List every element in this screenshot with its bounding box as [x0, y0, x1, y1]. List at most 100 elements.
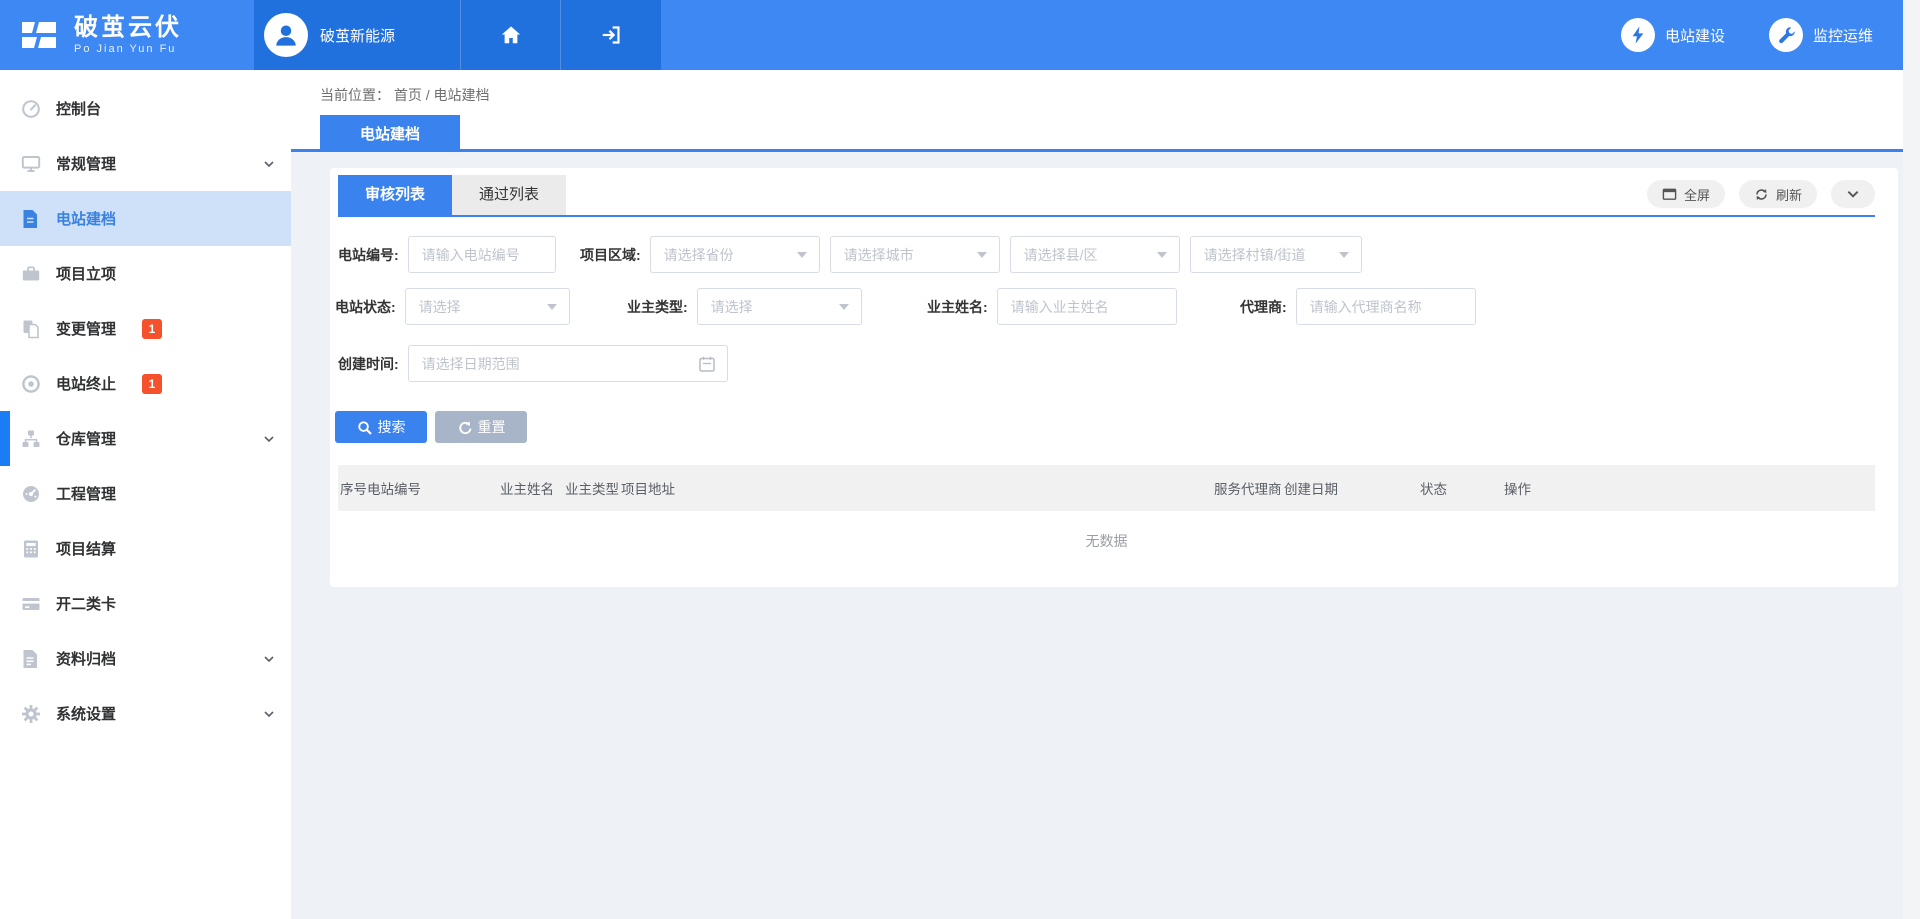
- wrench-icon: [1769, 18, 1803, 52]
- sidebar-item-label: 工程管理: [56, 483, 116, 504]
- fullscreen-icon: [1662, 187, 1677, 202]
- reset-icon: [457, 420, 472, 435]
- sidebar-item-change-management[interactable]: 变更管理 1: [0, 301, 291, 356]
- briefcase-icon: [21, 264, 43, 284]
- archive-icon: [21, 649, 43, 669]
- search-label: 搜索: [378, 417, 406, 437]
- caret-down-icon: [977, 252, 987, 263]
- province-select[interactable]: 请选择省份: [650, 236, 820, 273]
- caret-down-icon: [839, 304, 849, 315]
- caret-down-icon: [797, 252, 807, 263]
- user-info[interactable]: 破茧新能源: [254, 0, 460, 70]
- reset-button[interactable]: 重置: [435, 411, 527, 443]
- avatar: [264, 13, 308, 57]
- user-section: 破茧新能源: [254, 0, 661, 70]
- owner-type-select[interactable]: 请选择: [697, 288, 862, 325]
- filter-owner-name: 业主姓名:: [927, 288, 1177, 325]
- signin-button[interactable]: [560, 0, 660, 70]
- refresh-label: 刷新: [1776, 185, 1802, 204]
- target-icon: [21, 374, 43, 394]
- copy-icon: [21, 319, 43, 339]
- module-label: 监控运维: [1813, 25, 1873, 46]
- sidebar-item-card-opening[interactable]: 开二类卡: [0, 576, 291, 631]
- chevron-down-icon: [263, 653, 275, 665]
- table-header: 序号 电站编号 业主姓名 业主类型 项目地址 服务代理商 创建日期 状态 操作: [338, 465, 1875, 511]
- breadcrumb-prefix: 当前位置：: [320, 87, 390, 103]
- filter-actions: 搜索 重置: [335, 411, 527, 443]
- page-tab-station-archive[interactable]: 电站建档: [320, 115, 460, 152]
- town-placeholder: 请选择村镇/街道: [1204, 245, 1306, 265]
- column-header: 电站编号: [367, 478, 500, 498]
- sidebar-item-label: 资料归档: [56, 648, 116, 669]
- company-name: 破茧新能源: [320, 25, 395, 46]
- gauge-icon: [21, 484, 43, 504]
- logo-title: 破茧云伏: [74, 15, 182, 41]
- document-icon: [21, 209, 43, 229]
- filter-station-status: 电站状态: 请选择: [335, 288, 570, 325]
- sidebar: 控制台 常规管理 电站建档 项目立项 变更管理 1 电站终止 1: [0, 70, 291, 919]
- sidebar-item-label: 开二类卡: [56, 593, 116, 614]
- sidebar-item-label: 仓库管理: [56, 428, 116, 449]
- create-time-label: 创建时间:: [338, 354, 399, 374]
- search-icon: [357, 420, 372, 435]
- module-monitor-ops[interactable]: 监控运维: [1769, 18, 1873, 52]
- fullscreen-button[interactable]: 全屏: [1647, 180, 1725, 208]
- sidebar-item-project-settlement[interactable]: 项目结算: [0, 521, 291, 576]
- sidebar-item-general-management[interactable]: 常规管理: [0, 136, 291, 191]
- sidebar-item-system-settings[interactable]: 系统设置: [0, 686, 291, 741]
- page-scrollbar[interactable]: [1903, 0, 1920, 919]
- owner-name-input[interactable]: [997, 288, 1177, 325]
- create-time-input[interactable]: 请选择日期范围: [408, 345, 728, 382]
- search-button[interactable]: 搜索: [335, 411, 427, 443]
- lightning-icon: [1621, 18, 1655, 52]
- sidebar-scrollbar-thumb[interactable]: [0, 411, 10, 466]
- column-header: 项目地址: [621, 478, 1214, 498]
- sidebar-item-warehouse-management[interactable]: 仓库管理: [0, 411, 291, 466]
- collapse-button[interactable]: [1831, 180, 1875, 208]
- agent-input[interactable]: [1296, 288, 1476, 325]
- refresh-button[interactable]: 刷新: [1739, 180, 1817, 208]
- sidebar-item-project-initiation[interactable]: 项目立项: [0, 246, 291, 301]
- refresh-icon: [1754, 187, 1769, 202]
- sidebar-item-label: 变更管理: [56, 318, 116, 339]
- home-button[interactable]: [460, 0, 560, 70]
- province-placeholder: 请选择省份: [664, 245, 734, 265]
- calendar-icon[interactable]: [698, 355, 716, 376]
- column-header: 业主类型: [565, 478, 621, 498]
- sidebar-item-engineering-management[interactable]: 工程管理: [0, 466, 291, 521]
- breadcrumb-path[interactable]: 首页 / 电站建档: [394, 87, 490, 103]
- signin-icon: [600, 24, 622, 46]
- sidebar-item-station-archive[interactable]: 电站建档: [0, 191, 291, 246]
- breadcrumb[interactable]: 当前位置： 首页 / 电站建档: [320, 85, 490, 105]
- caret-down-icon: [1157, 252, 1167, 263]
- logo-text: 破茧云伏 Po Jian Yun Fu: [74, 15, 182, 55]
- column-header: 操作: [1504, 478, 1875, 498]
- town-select[interactable]: 请选择村镇/街道: [1190, 236, 1362, 273]
- sidebar-item-label: 项目结算: [56, 538, 116, 559]
- station-status-select[interactable]: 请选择: [405, 288, 570, 325]
- chevron-down-icon: [263, 708, 275, 720]
- tab-passed-list[interactable]: 通过列表: [452, 175, 566, 215]
- station-no-label: 电站编号:: [338, 245, 399, 265]
- module-label: 电站建设: [1665, 25, 1725, 46]
- station-no-input[interactable]: [408, 236, 556, 273]
- sidebar-item-station-termination[interactable]: 电站终止 1: [0, 356, 291, 411]
- caret-down-icon: [547, 304, 557, 315]
- column-header: 业主姓名: [500, 478, 565, 498]
- filter-create-time: 创建时间: 请选择日期范围: [338, 345, 728, 382]
- logo-icon: [16, 12, 62, 58]
- city-select[interactable]: 请选择城市: [830, 236, 1000, 273]
- sidebar-item-data-archive[interactable]: 资料归档: [0, 631, 291, 686]
- sidebar-item-dashboard[interactable]: 控制台: [0, 81, 291, 136]
- tabs-underline: [338, 215, 1875, 217]
- county-placeholder: 请选择县/区: [1024, 245, 1098, 265]
- sitemap-icon: [21, 429, 43, 449]
- tab-review-list[interactable]: 审核列表: [338, 175, 452, 215]
- sidebar-item-label: 系统设置: [56, 703, 116, 724]
- chevron-down-icon: [263, 433, 275, 445]
- module-station-build[interactable]: 电站建设: [1621, 18, 1725, 52]
- county-select[interactable]: 请选择县/区: [1010, 236, 1180, 273]
- sidebar-item-label: 电站终止: [56, 373, 116, 394]
- content-panel: 审核列表 通过列表 全屏 刷新 电站编号: 项目区域: 请选择省份 请选择城市 …: [330, 168, 1898, 587]
- sidebar-item-label: 电站建档: [56, 208, 116, 229]
